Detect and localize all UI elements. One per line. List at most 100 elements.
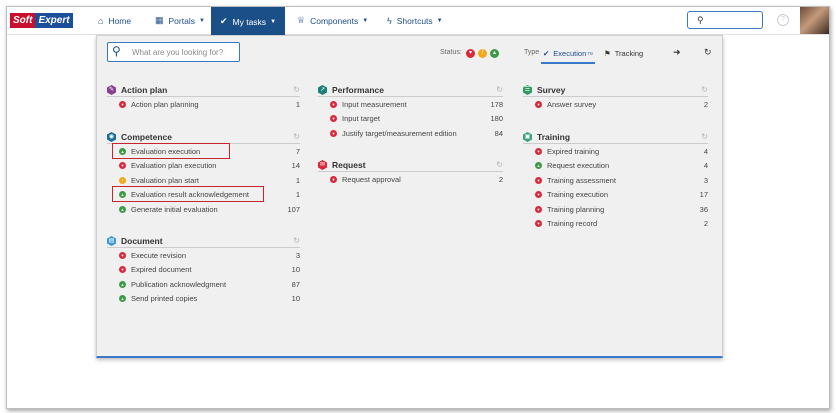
refresh-icon[interactable]: ↻	[704, 47, 712, 58]
task-count: 180	[490, 114, 503, 124]
task-row[interactable]: ▾ Execute revision 3	[107, 248, 300, 263]
task-row[interactable]: ▾ Request approval 2	[318, 172, 503, 187]
task-count: 10	[291, 294, 300, 304]
task-count: 14	[291, 161, 300, 171]
task-row[interactable]: ▾ Action plan planning 1	[107, 97, 300, 112]
refresh-icon[interactable]: ↻	[496, 160, 503, 169]
task-row[interactable]: ▾ Answer survey 2	[523, 97, 708, 112]
late-status-icon: ▾	[535, 220, 542, 228]
nav-portals-label: Portals	[168, 15, 195, 26]
on-time-status-icon: ▴	[535, 162, 542, 170]
type-label: Type	[524, 49, 540, 56]
task-label: Execute revision	[131, 250, 187, 260]
section-header: ▣ Training ↻	[523, 131, 708, 144]
task-count: 2	[703, 99, 708, 109]
refresh-icon[interactable]: ↻	[701, 85, 708, 94]
task-search-input[interactable]: ⚲ What are you looking for?	[107, 42, 240, 62]
nav-my-tasks[interactable]: ✔ My tasks ▼	[211, 7, 285, 36]
task-row[interactable]: ▴ Send printed copies 10	[107, 292, 300, 307]
tab-tracking[interactable]: ⚑ Tracking	[604, 44, 643, 62]
task-label: Request approval	[342, 174, 401, 184]
task-row[interactable]: ▴ Generate initial evaluation 107	[107, 202, 300, 217]
check-icon: ✔	[543, 48, 550, 58]
tab-tracking-label: Tracking	[614, 48, 644, 58]
task-label: Training record	[547, 219, 598, 229]
task-row[interactable]: ▾ Training planning 36	[523, 202, 708, 217]
document-icon: ▤	[107, 236, 116, 246]
task-label: Expired training	[547, 146, 600, 156]
task-row[interactable]: ▾ Evaluation plan execution 14	[107, 159, 300, 174]
task-count: 87	[291, 279, 300, 289]
logo-soft: Soft	[10, 13, 36, 28]
app-window: Soft Expert ⌂ Home ▦ Portals ▼ ✔ My task…	[6, 6, 830, 409]
section-title: Request	[332, 160, 366, 170]
caret-down-icon: ▼	[436, 17, 443, 24]
global-search-input[interactable]: ⚲	[687, 11, 763, 29]
section-action-plan: ✎ Action plan ↻ ▾ Action plan planning 1	[107, 84, 300, 112]
nav-home[interactable]: ⌂ Home	[98, 7, 131, 34]
highlight-box	[112, 143, 230, 159]
late-status-icon: ▾	[535, 100, 542, 108]
task-row[interactable]: ▾ Input measurement 178	[318, 97, 503, 112]
task-row[interactable]: ▴ Publication acknowledgment 87	[107, 277, 300, 292]
on-time-status-icon: ▴	[119, 295, 126, 303]
home-icon: ⌂	[98, 15, 104, 26]
on-time-status-icon: ▴	[119, 205, 126, 213]
section-title: Document	[121, 236, 163, 246]
action-plan-icon: ✎	[107, 85, 116, 95]
task-label: Training planning	[547, 204, 605, 214]
task-count: 178	[490, 99, 503, 109]
task-label: Input measurement	[342, 99, 407, 109]
task-count: 7	[295, 146, 300, 156]
task-label: Justify target/measurement edition	[342, 128, 457, 138]
task-count: 17	[699, 190, 708, 200]
task-row[interactable]: ▾ Input target 180	[318, 112, 503, 127]
caret-down-icon: ▼	[198, 17, 205, 24]
caret-down-icon: ▼	[362, 17, 369, 24]
refresh-icon[interactable]: ↻	[293, 236, 300, 245]
task-count: 4	[703, 161, 708, 171]
tab-execution-label: Execution	[553, 48, 587, 58]
search-icon: ⚲	[697, 15, 704, 25]
logo-expert: Expert	[35, 13, 73, 28]
training-icon: ▣	[523, 132, 532, 142]
flag-icon: ⚑	[604, 48, 611, 58]
task-row[interactable]: ▾ Justify target/measurement edition 84	[318, 126, 503, 141]
task-label: Send printed copies	[131, 294, 198, 304]
task-label: Publication acknowledgment	[131, 279, 227, 289]
assign-user-icon[interactable]: ➜	[673, 47, 681, 58]
late-status-icon: ▾	[330, 175, 337, 183]
task-row[interactable]: ▾ Expired training 4	[523, 144, 708, 159]
user-avatar[interactable]	[800, 7, 829, 34]
nav-components[interactable]: ♕ Components ▼	[297, 7, 368, 34]
nav-portals[interactable]: ▦ Portals ▼	[155, 7, 205, 34]
refresh-icon[interactable]: ↻	[496, 85, 503, 94]
refresh-icon[interactable]: ↻	[293, 85, 300, 94]
refresh-icon[interactable]: ↻	[293, 132, 300, 141]
status-filter-late-icon[interactable]: ▾	[466, 49, 475, 58]
request-icon: ✉	[318, 160, 327, 170]
nav-shortcuts[interactable]: ϟ Shortcuts ▼	[387, 7, 443, 34]
task-row[interactable]: ▾ Training record 2	[523, 217, 708, 232]
late-status-icon: ▾	[330, 129, 337, 137]
tab-execution[interactable]: ✔ Execution TB	[541, 44, 595, 64]
status-label: Status:	[440, 49, 462, 56]
task-count: 84	[494, 128, 503, 138]
help-icon[interactable]: ?	[777, 14, 789, 26]
highlight-box	[112, 186, 264, 202]
on-time-status-icon: ▴	[119, 280, 126, 288]
status-filter-on-time-icon[interactable]: ▴	[490, 49, 499, 58]
refresh-icon[interactable]: ↻	[701, 132, 708, 141]
section-header: ✉ Request ↻	[318, 159, 503, 172]
task-row[interactable]: ▾ Expired document 10	[107, 263, 300, 278]
status-filter-warning-icon[interactable]: !	[478, 49, 487, 58]
section-title: Competence	[121, 132, 173, 142]
section-training: ▣ Training ↻ ▾ Expired training 4 ▴ Requ…	[523, 131, 708, 231]
nav-my-tasks-label: My tasks	[232, 16, 267, 27]
softexpert-logo[interactable]: Soft Expert	[10, 13, 73, 28]
task-row[interactable]: ▴ Request execution 4	[523, 159, 708, 174]
task-row[interactable]: ▾ Training assessment 3	[523, 173, 708, 188]
task-row[interactable]: ▾ Training execution 17	[523, 188, 708, 203]
task-count: 4	[703, 146, 708, 156]
late-status-icon: ▾	[119, 251, 126, 259]
